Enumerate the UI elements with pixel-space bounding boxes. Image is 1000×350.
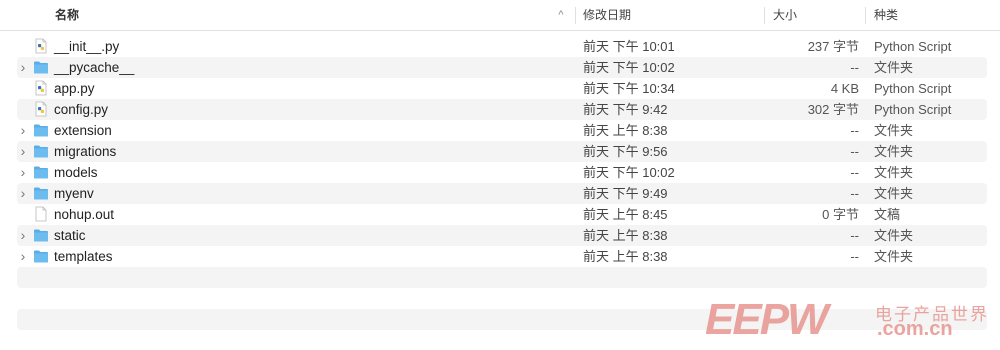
file-modified-date: 前天 上午 8:45 (583, 207, 668, 222)
folder-icon (33, 59, 49, 75)
python-file-icon (33, 38, 49, 54)
file-size: -- (850, 165, 859, 180)
empty-row (17, 267, 987, 288)
file-name: myenv (54, 186, 94, 201)
file-kind: 文稿 (874, 207, 901, 222)
column-header-name[interactable]: 名称 (55, 0, 79, 31)
file-modified-date: 前天 下午 10:02 (583, 60, 675, 75)
column-divider[interactable] (575, 7, 576, 24)
file-kind: Python Script (874, 81, 952, 96)
file-name: static (54, 228, 86, 243)
file-name: migrations (54, 144, 117, 159)
file-kind: Python Script (874, 102, 952, 117)
chevron-right-icon[interactable]: › (17, 57, 29, 77)
watermark: EEPW 电子产品世界 .com.cn (705, 296, 995, 346)
document-icon (33, 206, 49, 222)
file-modified-date: 前天 下午 9:49 (583, 186, 668, 201)
file-modified-date: 前天 下午 9:42 (583, 102, 668, 117)
column-divider[interactable] (764, 7, 765, 24)
file-kind: 文件夹 (874, 249, 914, 264)
chevron-right-icon[interactable]: › (17, 120, 29, 140)
folder-icon (33, 185, 49, 201)
file-kind: Python Script (874, 39, 952, 54)
file-size: -- (850, 60, 859, 75)
file-kind: 文件夹 (874, 186, 914, 201)
file-size: 302 字节 (807, 102, 859, 117)
file-modified-date: 前天 上午 8:38 (583, 123, 668, 138)
folder-icon (33, 164, 49, 180)
file-name: config.py (54, 102, 109, 117)
chevron-right-icon[interactable]: › (17, 246, 29, 266)
file-size: -- (850, 249, 859, 264)
sort-ascending-icon[interactable]: ^ (556, 0, 566, 31)
file-size: 237 字节 (807, 39, 859, 54)
file-kind: 文件夹 (874, 165, 914, 180)
file-size: -- (850, 144, 859, 159)
chevron-right-icon[interactable]: › (17, 162, 29, 182)
file-row[interactable]: config.py 前天 下午 9:42 302 字节 Python Script (17, 99, 987, 120)
file-row[interactable]: nohup.out 前天 上午 8:45 0 字节 文稿 (17, 204, 987, 225)
file-modified-date: 前天 上午 8:38 (583, 228, 668, 243)
file-row[interactable]: › models 前天 下午 10:02 -- 文件夹 (17, 162, 987, 183)
file-name: models (54, 165, 98, 180)
file-size: -- (850, 123, 859, 138)
file-row[interactable]: › templates 前天 上午 8:38 -- 文件夹 (17, 246, 987, 267)
folder-icon (33, 227, 49, 243)
file-modified-date: 前天 下午 10:01 (583, 39, 675, 54)
watermark-url: .com.cn (877, 318, 953, 340)
file-name: __pycache__ (54, 60, 135, 75)
python-file-icon (33, 80, 49, 96)
column-divider[interactable] (865, 7, 866, 24)
file-row[interactable]: › __pycache__ 前天 下午 10:02 -- 文件夹 (17, 57, 987, 78)
folder-icon (33, 122, 49, 138)
folder-icon (33, 248, 49, 264)
column-header-date[interactable]: 修改日期 (583, 0, 631, 31)
file-size: -- (850, 228, 859, 243)
file-name: nohup.out (54, 207, 115, 222)
file-kind: 文件夹 (874, 144, 914, 159)
file-kind: 文件夹 (874, 123, 914, 138)
file-size: 4 KB (830, 81, 859, 96)
file-name: app.py (54, 81, 95, 96)
file-name: __init__.py (54, 39, 120, 54)
file-modified-date: 前天 上午 8:38 (583, 249, 668, 264)
file-kind: 文件夹 (874, 228, 914, 243)
file-row[interactable]: › myenv 前天 下午 9:49 -- 文件夹 (17, 183, 987, 204)
file-row[interactable]: › migrations 前天 下午 9:56 -- 文件夹 (17, 141, 987, 162)
column-header-size[interactable]: 大小 (773, 0, 797, 31)
chevron-right-icon[interactable]: › (17, 225, 29, 245)
file-name: templates (54, 249, 113, 264)
file-kind: 文件夹 (874, 60, 914, 75)
python-file-icon (33, 101, 49, 117)
file-modified-date: 前天 下午 10:02 (583, 165, 675, 180)
watermark-logo: EEPW (705, 295, 829, 344)
file-row[interactable]: __init__.py 前天 下午 10:01 237 字节 Python Scrip… (17, 36, 987, 57)
file-list: __init__.py 前天 下午 10:01 237 字节 Python Scrip… (0, 36, 1000, 267)
file-name: extension (54, 123, 112, 138)
file-row[interactable]: › extension 前天 上午 8:38 -- 文件夹 (17, 120, 987, 141)
file-modified-date: 前天 下午 9:56 (583, 144, 668, 159)
file-row[interactable]: app.py 前天 下午 10:34 4 KB Python Script (17, 78, 987, 99)
file-size: 0 字节 (822, 207, 859, 222)
file-modified-date: 前天 下午 10:34 (583, 81, 675, 96)
folder-icon (33, 143, 49, 159)
column-header-bar: 名称 ^ 修改日期 大小 种类 (0, 0, 1000, 31)
column-header-kind[interactable]: 种类 (874, 0, 898, 31)
file-row[interactable]: › static 前天 上午 8:38 -- 文件夹 (17, 225, 987, 246)
chevron-right-icon[interactable]: › (17, 183, 29, 203)
file-size: -- (850, 186, 859, 201)
chevron-right-icon[interactable]: › (17, 141, 29, 161)
